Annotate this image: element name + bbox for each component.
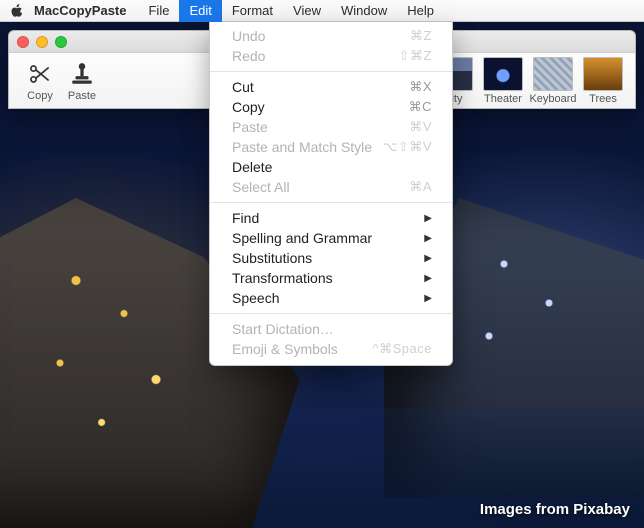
submenu-arrow-icon: ▶ <box>424 233 432 244</box>
toolbar-copy-label: Copy <box>27 90 53 102</box>
thumb-theater-label: Theater <box>484 93 522 105</box>
menu-item-paste-and-match-style: Paste and Match Style ⌥⇧⌘V <box>210 137 452 157</box>
menu-item-speech[interactable]: Speech ▶ <box>210 288 452 308</box>
minimize-button[interactable] <box>36 36 48 48</box>
scissors-icon <box>26 60 54 88</box>
system-menubar: MacCopyPaste File Edit Format View Windo… <box>0 0 644 22</box>
menu-item-shortcut: ⌘X <box>409 79 432 95</box>
menu-item-spelling-and-grammar[interactable]: Spelling and Grammar ▶ <box>210 228 452 248</box>
thumb-trees[interactable]: Trees <box>581 57 625 105</box>
thumb-theater[interactable]: Theater <box>481 57 525 105</box>
zoom-button[interactable] <box>55 36 67 48</box>
menu-window[interactable]: Window <box>331 0 397 22</box>
submenu-arrow-icon: ▶ <box>424 213 432 224</box>
submenu-arrow-icon: ▶ <box>424 273 432 284</box>
menu-edit[interactable]: Edit <box>179 0 221 22</box>
menu-item-label: Delete <box>232 159 272 175</box>
menu-item-label: Spelling and Grammar <box>232 230 372 246</box>
menu-item-label: Substitutions <box>232 250 312 266</box>
menu-file[interactable]: File <box>138 0 179 22</box>
menu-help[interactable]: Help <box>397 0 444 22</box>
menu-item-undo: Undo ⌘Z <box>210 26 452 46</box>
toolbar-paste[interactable]: Paste <box>61 60 103 102</box>
thumb-theater-image <box>483 57 523 91</box>
menus: File Edit Format View Window Help <box>138 0 443 22</box>
thumb-keyboard-image <box>533 57 573 91</box>
menu-separator <box>210 313 452 314</box>
toolbar-copy[interactable]: Copy <box>19 60 61 102</box>
menu-item-shortcut: ⇧⌘Z <box>399 48 432 64</box>
thumb-trees-image <box>583 57 623 91</box>
menu-item-delete[interactable]: Delete <box>210 157 452 177</box>
menu-item-label: Find <box>232 210 259 226</box>
menu-item-select-all: Select All ⌘A <box>210 177 452 197</box>
toolbar-paste-label: Paste <box>68 90 96 102</box>
traffic-lights <box>17 36 67 48</box>
menu-item-start-dictation: Start Dictation… <box>210 319 452 339</box>
menu-item-shortcut: ⌥⇧⌘V <box>382 139 432 155</box>
menu-item-label: Paste and Match Style <box>232 139 372 155</box>
apple-menu-icon[interactable] <box>10 4 24 18</box>
menu-item-shortcut: ⌘Z <box>410 28 432 44</box>
menu-separator <box>210 202 452 203</box>
menu-view[interactable]: View <box>283 0 331 22</box>
menu-item-redo: Redo ⇧⌘Z <box>210 46 452 66</box>
menu-item-label: Emoji & Symbols <box>232 341 338 357</box>
menu-item-find[interactable]: Find ▶ <box>210 208 452 228</box>
menu-item-label: Transformations <box>232 270 333 286</box>
menu-item-cut[interactable]: Cut ⌘X <box>210 77 452 97</box>
edit-dropdown: Undo ⌘Z Redo ⇧⌘Z Cut ⌘X Copy ⌘C Paste ⌘V Paste and… <box>209 22 453 366</box>
menu-item-emoji-symbols: Emoji & Symbols ^⌘Space <box>210 339 452 359</box>
thumb-keyboard-label: Keyboard <box>529 93 576 105</box>
menu-item-shortcut: ^⌘Space <box>373 341 432 357</box>
submenu-arrow-icon: ▶ <box>424 253 432 264</box>
menu-separator <box>210 71 452 72</box>
menu-item-label: Start Dictation… <box>232 321 334 337</box>
menu-item-shortcut: ⌘V <box>409 119 432 135</box>
thumb-keyboard[interactable]: Keyboard <box>531 57 575 105</box>
menu-format[interactable]: Format <box>222 0 283 22</box>
menu-item-paste: Paste ⌘V <box>210 117 452 137</box>
menu-item-shortcut: ⌘A <box>409 179 432 195</box>
active-app-name[interactable]: MacCopyPaste <box>34 3 126 18</box>
menu-item-label: Paste <box>232 119 268 135</box>
menu-item-substitutions[interactable]: Substitutions ▶ <box>210 248 452 268</box>
menu-item-label: Select All <box>232 179 290 195</box>
toolbar-thumbnails: City Theater Keyboard Trees <box>431 57 625 105</box>
menu-item-copy[interactable]: Copy ⌘C <box>210 97 452 117</box>
menu-item-label: Copy <box>232 99 265 115</box>
menu-item-label: Redo <box>232 48 265 64</box>
stamp-icon <box>68 60 96 88</box>
thumb-trees-label: Trees <box>589 93 617 105</box>
menu-item-shortcut: ⌘C <box>409 99 432 115</box>
menu-item-transformations[interactable]: Transformations ▶ <box>210 268 452 288</box>
menu-item-label: Speech <box>232 290 279 306</box>
close-button[interactable] <box>17 36 29 48</box>
image-credit: Images from Pixabay <box>480 501 630 518</box>
submenu-arrow-icon: ▶ <box>424 293 432 304</box>
menu-item-label: Undo <box>232 28 265 44</box>
menu-item-label: Cut <box>232 79 254 95</box>
